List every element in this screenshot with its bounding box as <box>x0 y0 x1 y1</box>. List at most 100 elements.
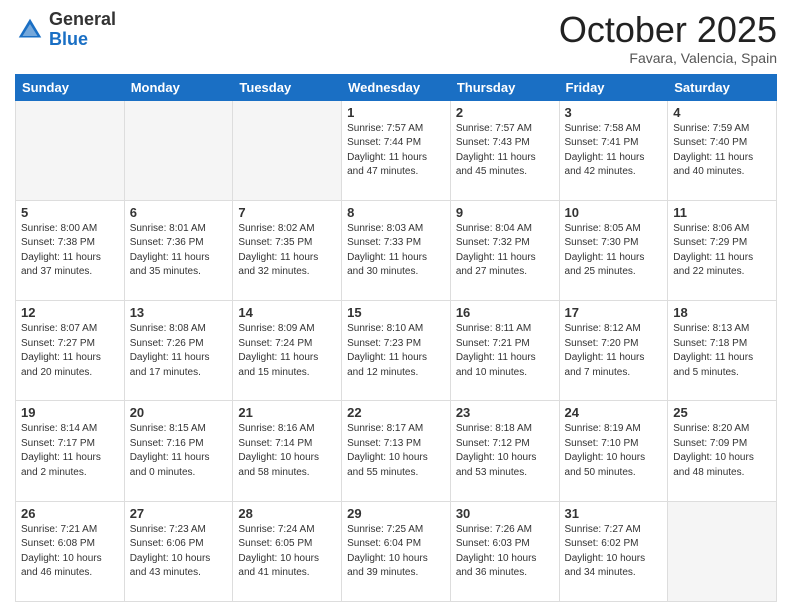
logo: General Blue <box>15 10 116 50</box>
calendar-cell: 12Sunrise: 8:07 AM Sunset: 7:27 PM Dayli… <box>16 301 125 401</box>
day-number: 18 <box>673 305 771 320</box>
calendar-cell: 4 Sunrise: 7:59 AM Sunset: 7:40 PM Daylig… <box>668 100 777 200</box>
calendar-cell: 18Sunrise: 8:13 AM Sunset: 7:18 PM Dayli… <box>668 301 777 401</box>
day-number: 6 <box>130 205 228 220</box>
day-info: Sunrise: 7:21 AM Sunset: 6:08 PM Dayligh… <box>21 523 119 581</box>
day-number: 31 <box>565 506 663 521</box>
week-row-0: 1Sunrise: 7:57 AM Sunset: 7:44 PM Daylig… <box>16 100 777 200</box>
day-number: 29 <box>347 506 445 521</box>
day-number: 2 <box>456 105 554 120</box>
day-number: 8 <box>347 205 445 220</box>
day-info: Sunrise: 7:58 AM Sunset: 7:41 PM Dayligh… <box>565 122 663 180</box>
week-row-4: 26Sunrise: 7:21 AM Sunset: 6:08 PM Dayli… <box>16 501 777 601</box>
day-number: 1 <box>347 105 445 120</box>
calendar-cell: 23Sunrise: 8:18 AM Sunset: 7:12 PM Dayli… <box>450 401 559 501</box>
day-info: Sunrise: 8:11 AM Sunset: 7:21 PM Dayligh… <box>456 322 554 380</box>
col-header-monday: Monday <box>124 74 233 100</box>
day-number: 13 <box>130 305 228 320</box>
day-number: 28 <box>238 506 336 521</box>
calendar-cell: 9 Sunrise: 8:04 AM Sunset: 7:32 PM Daylig… <box>450 200 559 300</box>
title-block: October 2025 Favara, Valencia, Spain <box>559 10 777 66</box>
calendar-cell <box>233 100 342 200</box>
calendar-cell: 27Sunrise: 7:23 AM Sunset: 6:06 PM Dayli… <box>124 501 233 601</box>
day-number: 19 <box>21 405 119 420</box>
day-number: 15 <box>347 305 445 320</box>
calendar-cell: 15 Sunrise: 8:10 AM Sunset: 7:23 PM Dayli… <box>342 301 451 401</box>
calendar-cell: 21Sunrise: 8:16 AM Sunset: 7:14 PM Dayli… <box>233 401 342 501</box>
day-info: Sunrise: 7:24 AM Sunset: 6:05 PM Dayligh… <box>238 523 336 581</box>
week-row-2: 12Sunrise: 8:07 AM Sunset: 7:27 PM Dayli… <box>16 301 777 401</box>
day-info: Sunrise: 7:57 AM Sunset: 7:43 PM Dayligh… <box>456 122 554 180</box>
calendar-cell: 1Sunrise: 7:57 AM Sunset: 7:44 PM Daylig… <box>342 100 451 200</box>
calendar-cell: 10Sunrise: 8:05 AM Sunset: 7:30 PM Dayli… <box>559 200 668 300</box>
day-info: Sunrise: 7:26 AM Sunset: 6:03 PM Dayligh… <box>456 523 554 581</box>
day-number: 9 <box>456 205 554 220</box>
day-info: Sunrise: 8:03 AM Sunset: 7:33 PM Dayligh… <box>347 222 445 280</box>
calendar-cell: 30 Sunrise: 7:26 AM Sunset: 6:03 PM Dayli… <box>450 501 559 601</box>
day-info: Sunrise: 8:08 AM Sunset: 7:26 PM Dayligh… <box>130 322 228 380</box>
day-info: Sunrise: 8:02 AM Sunset: 7:35 PM Dayligh… <box>238 222 336 280</box>
day-info: Sunrise: 8:15 AM Sunset: 7:16 PM Dayligh… <box>130 422 228 480</box>
day-number: 22 <box>347 405 445 420</box>
day-info: Sunrise: 8:04 AM Sunset: 7:32 PM Dayligh… <box>456 222 554 280</box>
day-info: Sunrise: 8:14 AM Sunset: 7:17 PM Dayligh… <box>21 422 119 480</box>
day-info: Sunrise: 7:23 AM Sunset: 6:06 PM Dayligh… <box>130 523 228 581</box>
calendar-cell: 17 Sunrise: 8:12 AM Sunset: 7:20 PM Dayli… <box>559 301 668 401</box>
header: General Blue October 2025 Favara, Valenc… <box>15 10 777 66</box>
calendar-cell: 6 Sunrise: 8:01 AM Sunset: 7:36 PM Daylig… <box>124 200 233 300</box>
week-row-1: 5 Sunrise: 8:00 AM Sunset: 7:38 PM Daylig… <box>16 200 777 300</box>
month-title: October 2025 <box>559 10 777 50</box>
day-info: Sunrise: 8:10 AM Sunset: 7:23 PM Dayligh… <box>347 322 445 380</box>
day-number: 14 <box>238 305 336 320</box>
calendar-cell: 8 Sunrise: 8:03 AM Sunset: 7:33 PM Daylig… <box>342 200 451 300</box>
calendar-cell <box>668 501 777 601</box>
location: Favara, Valencia, Spain <box>559 50 777 66</box>
calendar-cell: 2 Sunrise: 7:57 AM Sunset: 7:43 PM Daylig… <box>450 100 559 200</box>
day-info: Sunrise: 7:59 AM Sunset: 7:40 PM Dayligh… <box>673 122 771 180</box>
day-number: 11 <box>673 205 771 220</box>
day-number: 17 <box>565 305 663 320</box>
day-info: Sunrise: 8:12 AM Sunset: 7:20 PM Dayligh… <box>565 322 663 380</box>
calendar-cell: 25Sunrise: 8:20 AM Sunset: 7:09 PM Dayli… <box>668 401 777 501</box>
col-header-sunday: Sunday <box>16 74 125 100</box>
day-info: Sunrise: 8:06 AM Sunset: 7:29 PM Dayligh… <box>673 222 771 280</box>
day-number: 25 <box>673 405 771 420</box>
calendar-cell <box>16 100 125 200</box>
day-number: 16 <box>456 305 554 320</box>
day-number: 3 <box>565 105 663 120</box>
day-number: 4 <box>673 105 771 120</box>
calendar-cell: 16 Sunrise: 8:11 AM Sunset: 7:21 PM Dayli… <box>450 301 559 401</box>
calendar-header-row: SundayMondayTuesdayWednesdayThursdayFrid… <box>16 74 777 100</box>
calendar-cell: 24Sunrise: 8:19 AM Sunset: 7:10 PM Dayli… <box>559 401 668 501</box>
day-number: 7 <box>238 205 336 220</box>
day-number: 12 <box>21 305 119 320</box>
calendar-cell: 11 Sunrise: 8:06 AM Sunset: 7:29 PM Dayli… <box>668 200 777 300</box>
col-header-thursday: Thursday <box>450 74 559 100</box>
calendar-cell: 5 Sunrise: 8:00 AM Sunset: 7:38 PM Daylig… <box>16 200 125 300</box>
day-info: Sunrise: 8:16 AM Sunset: 7:14 PM Dayligh… <box>238 422 336 480</box>
col-header-friday: Friday <box>559 74 668 100</box>
day-number: 20 <box>130 405 228 420</box>
calendar-cell: 26Sunrise: 7:21 AM Sunset: 6:08 PM Dayli… <box>16 501 125 601</box>
day-info: Sunrise: 8:00 AM Sunset: 7:38 PM Dayligh… <box>21 222 119 280</box>
week-row-3: 19 Sunrise: 8:14 AM Sunset: 7:17 PM Dayli… <box>16 401 777 501</box>
day-info: Sunrise: 8:01 AM Sunset: 7:36 PM Dayligh… <box>130 222 228 280</box>
logo-blue: Blue <box>49 30 116 50</box>
logo-icon <box>15 15 45 45</box>
calendar-cell: 29Sunrise: 7:25 AM Sunset: 6:04 PM Dayli… <box>342 501 451 601</box>
calendar-cell: 19 Sunrise: 8:14 AM Sunset: 7:17 PM Dayli… <box>16 401 125 501</box>
logo-text: General Blue <box>49 10 116 50</box>
calendar-cell: 13 Sunrise: 8:08 AM Sunset: 7:26 PM Dayli… <box>124 301 233 401</box>
calendar-cell: 31 Sunrise: 7:27 AM Sunset: 6:02 PM Dayli… <box>559 501 668 601</box>
calendar-table: SundayMondayTuesdayWednesdayThursdayFrid… <box>15 74 777 602</box>
day-number: 5 <box>21 205 119 220</box>
calendar-cell: 28 Sunrise: 7:24 AM Sunset: 6:05 PM Dayli… <box>233 501 342 601</box>
calendar-cell: 22Sunrise: 8:17 AM Sunset: 7:13 PM Dayli… <box>342 401 451 501</box>
page: General Blue October 2025 Favara, Valenc… <box>0 0 792 612</box>
col-header-saturday: Saturday <box>668 74 777 100</box>
day-number: 30 <box>456 506 554 521</box>
calendar-cell <box>124 100 233 200</box>
day-info: Sunrise: 7:27 AM Sunset: 6:02 PM Dayligh… <box>565 523 663 581</box>
day-number: 24 <box>565 405 663 420</box>
day-info: Sunrise: 8:05 AM Sunset: 7:30 PM Dayligh… <box>565 222 663 280</box>
